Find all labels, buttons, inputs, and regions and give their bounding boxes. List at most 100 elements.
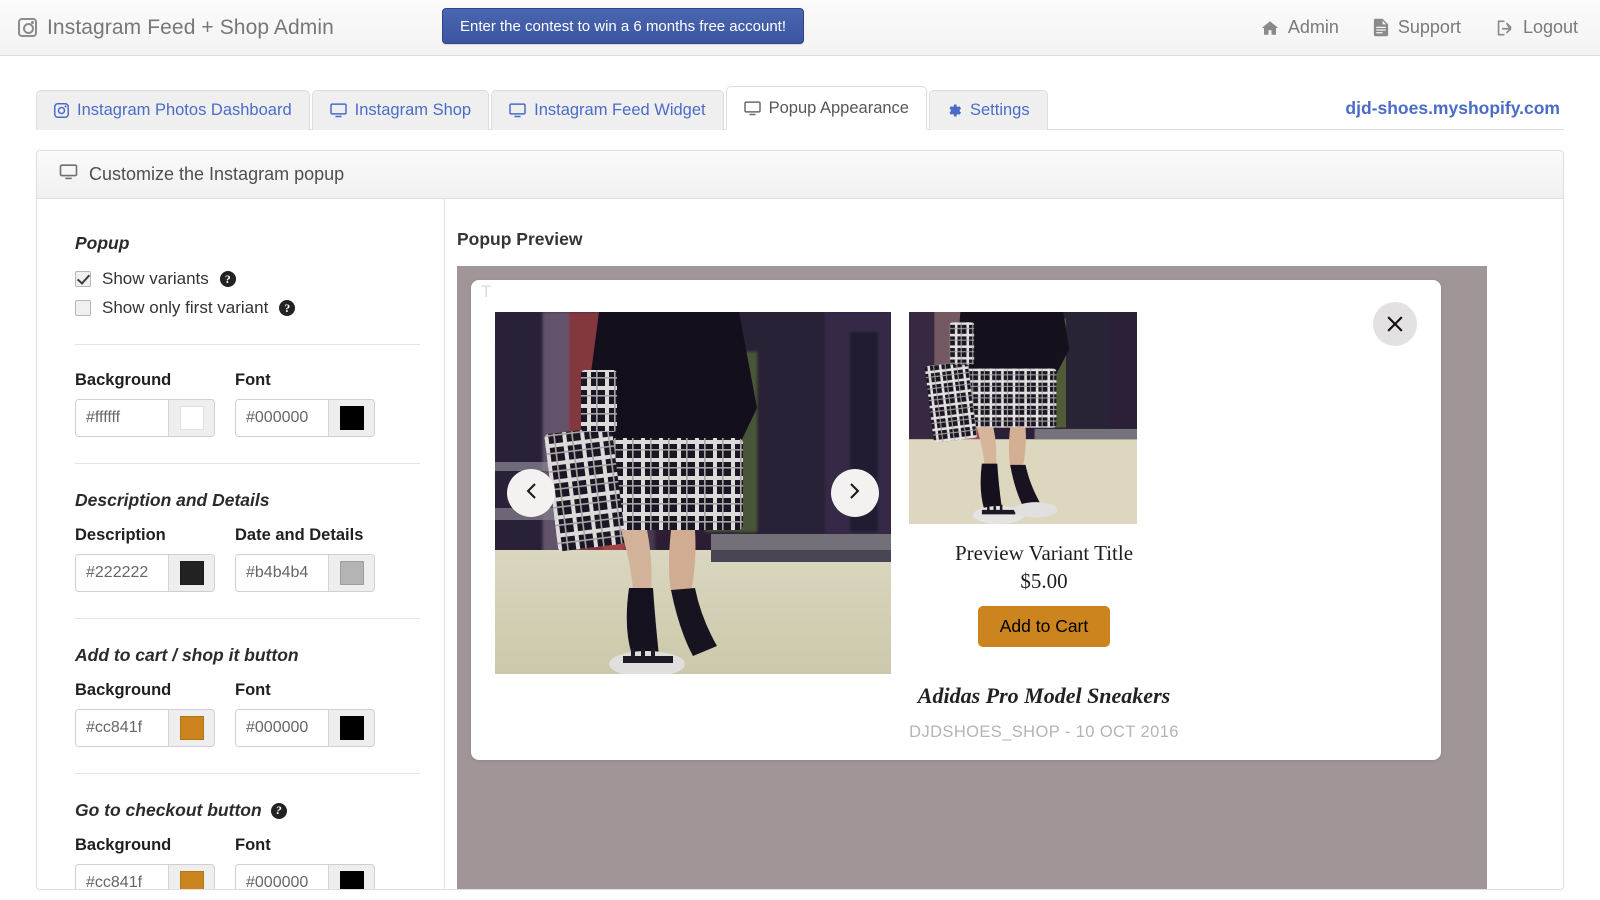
section-title-description-and-details: Description and Details [75,490,270,510]
checkbox-row-show-only-first-variant[interactable]: Show only first variant ? [75,298,444,318]
field-label: Description [75,526,166,544]
field-date-and-details-color: Date and Details [235,526,375,592]
color-swatch-button[interactable] [168,865,214,889]
tab-popup-appearance[interactable]: Popup Appearance [725,86,927,130]
section-title-go-to-checkout-button: Go to checkout button ? [75,800,444,821]
tab-instagram-photos-dashboard[interactable]: Instagram Photos Dashboard [36,90,310,130]
nav-support[interactable]: Support [1373,17,1461,38]
checkbox-show-variants[interactable] [75,271,91,287]
tab-instagram-shop[interactable]: Instagram Shop [311,90,490,130]
help-icon[interactable]: ? [279,300,296,316]
color-input-group[interactable] [75,554,215,592]
color-swatch-button[interactable] [168,555,214,591]
color-swatch-button[interactable] [328,555,374,591]
monitor-icon [743,100,761,116]
divider [75,773,420,774]
product-detail-column: Preview Variant Title $5.00 Add to Cart … [909,312,1179,760]
preview-title: Popup Preview [457,229,583,249]
app-brand: Instagram Feed + Shop Admin [18,16,334,40]
sign-out-icon [1495,19,1514,37]
tab-label: Instagram Shop [354,101,472,119]
product-meta: DJDSHOES_SHOP - 10 OCT 2016 [909,723,1179,741]
color-input-group[interactable] [235,399,375,437]
checkbox-label: Show only first variant [102,298,269,317]
nav-admin-label: Admin [1287,17,1339,37]
checkbox-show-only-first-variant[interactable] [75,300,91,316]
color-input-group[interactable] [75,399,215,437]
popup-close-button[interactable] [1373,302,1417,346]
tab-label: Instagram Feed Widget [534,101,706,119]
close-icon [1382,311,1408,337]
top-nav: Admin Support Logout [1261,17,1578,38]
popup-content: Preview Variant Title $5.00 Add to Cart … [471,280,1441,760]
preview-column: Popup Preview T Preview Variant Title $5… [445,199,1563,889]
tab-bar: Instagram Photos Dashboard Instagram Sho… [36,78,1564,130]
help-icon[interactable]: ? [219,271,236,287]
panel-title: Customize the Instagram popup [89,164,345,184]
divider [75,618,420,619]
checkout-background-input[interactable] [76,865,168,889]
color-swatch-button[interactable] [328,865,374,889]
color-swatch [339,406,364,430]
tab-instagram-feed-widget[interactable]: Instagram Feed Widget [491,90,724,130]
carousel-next-button[interactable] [831,469,879,517]
color-swatch [179,716,204,740]
description-color-fields: Description Date and Details [75,526,444,592]
appearance-form: Popup Show variants ? Show only first va… [37,199,445,889]
description-color-input[interactable] [76,555,168,591]
checkbox-label: Show variants [102,269,209,288]
field-label: Background [75,371,172,389]
top-bar: Instagram Feed + Shop Admin Enter the co… [0,0,1600,56]
checkout-font-input[interactable] [236,865,328,889]
nav-admin[interactable]: Admin [1261,17,1339,38]
color-input-group[interactable] [235,864,375,889]
popup-background-input[interactable] [76,400,168,436]
shop-url[interactable]: djd-shoes.myshopify.com [1345,98,1564,129]
color-input-group[interactable] [235,554,375,592]
popup-card: T Preview Variant Title $5.00 Add to Car… [471,280,1441,760]
section-title-add-to-cart-button: Add to cart / shop it button [75,645,299,665]
tab-label: Popup Appearance [768,98,909,117]
field-label: Background [75,836,172,854]
color-swatch [179,561,204,585]
color-swatch-button[interactable] [328,400,374,436]
checkbox-row-show-variants[interactable]: Show variants ? [75,269,444,289]
contest-button[interactable]: Enter the contest to win a 6 months free… [442,8,805,44]
field-cart-background: Background [75,681,215,747]
color-swatch-button[interactable] [168,400,214,436]
panel-header: Customize the Instagram popup [37,151,1563,199]
tab-label: Instagram Photos Dashboard [77,101,292,119]
nav-logout[interactable]: Logout [1495,17,1578,38]
color-swatch [339,561,364,585]
color-swatch [179,871,204,889]
color-swatch [339,716,364,740]
field-label: Date and Details [235,526,364,544]
help-icon[interactable]: ? [270,802,287,819]
cart-background-input[interactable] [76,710,168,746]
tab-label: Settings [969,101,1030,119]
variant-title: Preview Variant Title [954,541,1134,565]
nav-logout-label: Logout [1522,17,1578,37]
field-label: Font [235,681,271,699]
color-input-group[interactable] [235,709,375,747]
instagram-icon [18,18,37,37]
customize-panel: Customize the Instagram popup Popup Show… [36,150,1564,890]
carousel-prev-button[interactable] [507,469,555,517]
tab-settings[interactable]: Settings [928,90,1048,130]
color-input-group[interactable] [75,709,215,747]
instagram-icon [54,103,69,118]
field-label: Font [235,371,271,389]
field-label: Background [75,681,172,699]
monitor-icon [329,103,347,118]
cart-font-input[interactable] [236,710,328,746]
variant-photo [909,312,1137,524]
popup-font-input[interactable] [236,400,328,436]
color-swatch-button[interactable] [328,710,374,746]
add-to-cart-button[interactable]: Add to Cart [977,606,1111,647]
product-description: Adidas Pro Model Sneakers [917,683,1171,708]
color-swatch-button[interactable] [168,710,214,746]
date-details-color-input[interactable] [236,555,328,591]
variant-thumbnail[interactable] [909,312,1137,524]
color-input-group[interactable] [75,864,215,889]
field-cart-font: Font [235,681,375,747]
